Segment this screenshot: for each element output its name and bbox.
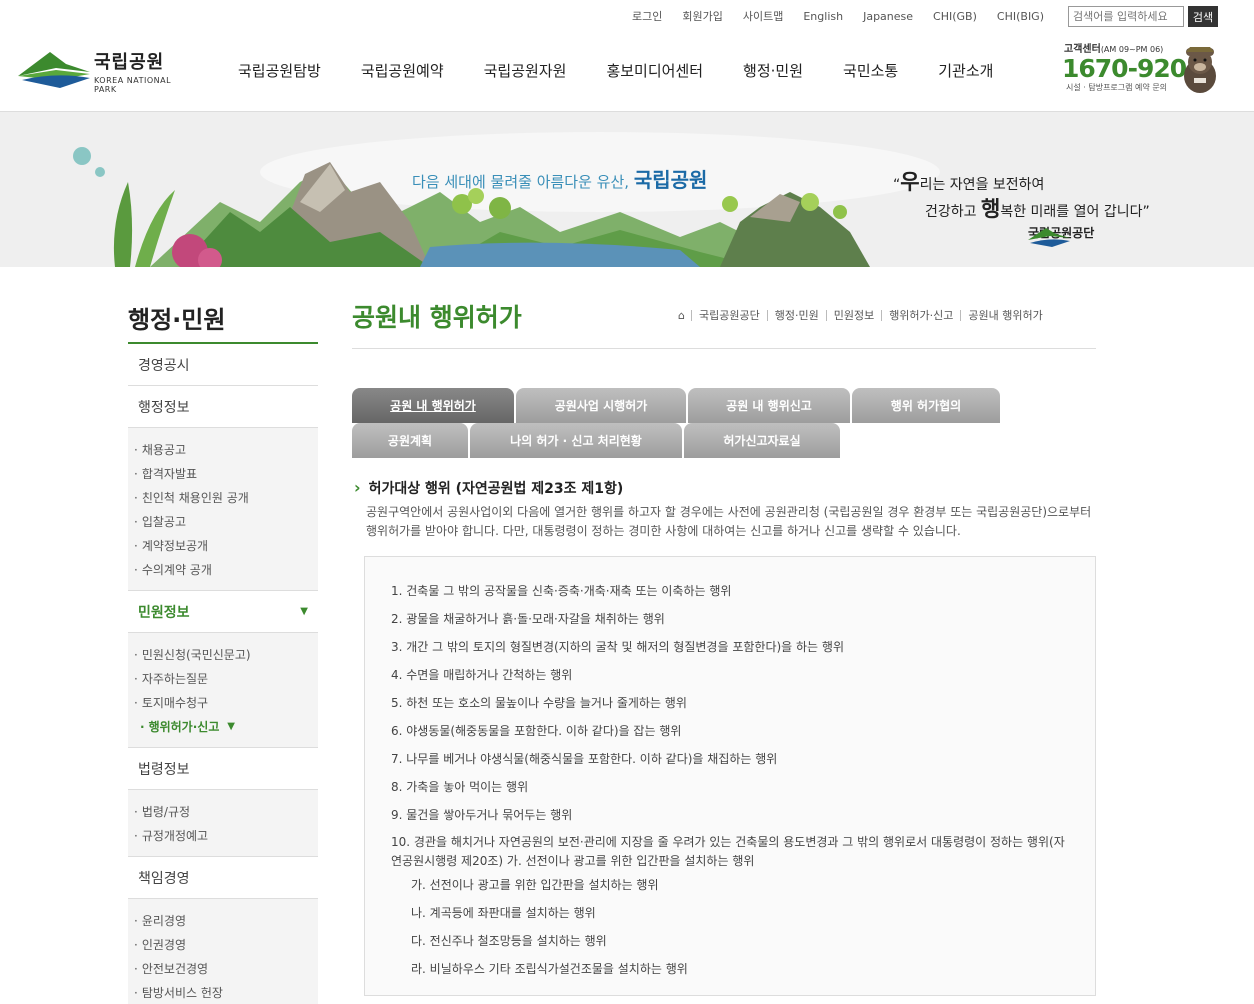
sub-item: 다. 전신주나 철조망등을 설치하는 행위 bbox=[411, 934, 607, 948]
sidebar-subitem[interactable]: 규정개정예고 bbox=[128, 824, 318, 848]
nav-media-center[interactable]: 홍보미디어센터 bbox=[606, 60, 703, 81]
sidebar-subitem[interactable]: 안전보건경영 bbox=[128, 957, 318, 981]
tab-permit-consultation[interactable]: 행위 허가협의 bbox=[852, 388, 1000, 423]
list-item: 5. 하천 또는 호소의 물높이나 수량을 늘거나 줄게하는 행위 bbox=[391, 696, 687, 710]
customer-center: 고객센터(AM 09~PM 06) 1670-9201 시설 · 탐방프로그램 … bbox=[1062, 38, 1220, 98]
sidebar-subitem[interactable]: 합격자발표 bbox=[128, 462, 318, 486]
sidebar-item-law-info[interactable]: 법령정보 bbox=[128, 748, 318, 790]
banner-quote: “우리는 자연을 보전하여 건강하고 행복한 미래를 열어 갑니다” bbox=[893, 170, 1150, 221]
sidebar-subitem[interactable]: 법령/규정 bbox=[128, 800, 318, 824]
intro-text: 공원구역안에서 공원사업이외 다음에 열거한 행위를 하고자 할 경우에는 사전… bbox=[366, 505, 1092, 538]
sidebar-subitem[interactable]: 민원신청(국민신문고) bbox=[128, 643, 318, 667]
permit-items-list: 1. 건축물 그 밖의 공작물을 신축·증축·개축·재축 또는 이축하는 행위 … bbox=[365, 557, 1095, 871]
sidebar-subitem[interactable]: 계약정보공개 bbox=[128, 534, 318, 558]
sidebar-subitem[interactable]: 채용공고 bbox=[128, 438, 318, 462]
sidebar-subitem-active[interactable]: 행위허가·신고▼ bbox=[128, 715, 318, 739]
list-item: 4. 수면을 매립하거나 간척하는 행위 bbox=[391, 668, 573, 682]
tab-my-status[interactable]: 나의 허가 · 신고 처리현황 bbox=[470, 423, 682, 458]
bear-mascot-icon bbox=[1184, 47, 1216, 93]
tab-bar: 공원 내 행위허가 공원사업 시행허가 공원 내 행위신고 행위 허가협의 공원… bbox=[352, 388, 1012, 458]
breadcrumb-item[interactable]: 민원정보 bbox=[825, 310, 881, 321]
home-icon[interactable]: ⌂ bbox=[678, 310, 691, 321]
tab-archive[interactable]: 허가신고자료실 bbox=[684, 423, 840, 458]
sidebar-subitem[interactable]: 인권경영 bbox=[128, 933, 318, 957]
hero-banner: 다음 세대에 물려줄 아름다운 유산, 국립공원 “우리는 자연을 보전하여 건… bbox=[0, 112, 1254, 267]
sidebar-submenu-responsible-management: 윤리경영 인권경영 안전보건경영 탐방서비스 헌장 bbox=[128, 899, 318, 1004]
sidebar-title: 행정·민원 bbox=[128, 300, 318, 344]
sidebar-subitem[interactable]: 윤리경영 bbox=[128, 909, 318, 933]
chevron-down-icon: ▼ bbox=[227, 721, 235, 732]
tab-park-act-report[interactable]: 공원 내 행위신고 bbox=[688, 388, 850, 423]
sub-item: 라. 비닐하우스 기타 조립식가설건조물을 설치하는 행위 bbox=[411, 962, 688, 976]
nav-communication[interactable]: 국민소통 bbox=[843, 60, 898, 81]
nav-explore[interactable]: 국립공원탐방 bbox=[238, 60, 321, 81]
cs-desc: 시설 · 탐방프로그램 예약 문의 bbox=[1066, 83, 1168, 92]
sub-item: 나. 계곡등에 좌판대를 설치하는 행위 bbox=[411, 906, 596, 920]
sidebar-subitem[interactable]: 탐방서비스 헌장 bbox=[128, 981, 318, 1004]
banner-slogan-brand: 국립공원 bbox=[633, 168, 708, 192]
sidebar-item-civil-info[interactable]: 민원정보 ▼ bbox=[128, 591, 318, 633]
permit-items-box: 1. 건축물 그 밖의 공작물을 신축·증축·개축·재축 또는 이축하는 행위 … bbox=[364, 556, 1096, 996]
sidebar-subitem[interactable]: 입찰공고 bbox=[128, 510, 318, 534]
breadcrumb-item[interactable]: 행정·민원 bbox=[766, 310, 826, 321]
list-item: 2. 광물을 채굴하거나 흙·돌·모래·자갈을 채취하는 행위 bbox=[391, 612, 665, 626]
logo-english: KOREA NATIONAL PARK bbox=[94, 76, 172, 94]
sub-items-list: 가. 선전이나 광고를 위한 입간판을 설치하는 행위 나. 계곡등에 좌판대를… bbox=[365, 871, 1095, 983]
list-item: 10. 경관을 해치거나 자연공원의 보전·관리에 지장을 줄 우려가 있는 건… bbox=[391, 835, 1065, 868]
tab-park-act-permit[interactable]: 공원 내 행위허가 bbox=[352, 388, 514, 423]
sidebar-item-management-disclosure[interactable]: 경영공시 bbox=[128, 344, 318, 386]
breadcrumb-item[interactable]: 행위허가·신고 bbox=[881, 310, 960, 321]
breadcrumb: ⌂ 국립공원공단 행정·민원 민원정보 행위허가·신고 공원내 행위허가 bbox=[678, 310, 1050, 321]
sidebar-item-admin-info[interactable]: 행정정보 bbox=[128, 386, 318, 428]
nav-admin-civil[interactable]: 행정·민원 bbox=[743, 60, 803, 81]
sidebar-subitem[interactable]: 수의계약 공개 bbox=[128, 558, 318, 582]
main-nav: 국립공원탐방 국립공원예약 국립공원자원 홍보미디어센터 행정·민원 국민소통 … bbox=[238, 60, 1033, 81]
list-item: 1. 건축물 그 밖의 공작물을 신축·증축·개축·재축 또는 이축하는 행위 bbox=[391, 584, 732, 598]
tab-park-plan[interactable]: 공원계획 bbox=[352, 423, 468, 458]
header: 국립공원 KOREA NATIONAL PARK 국립공원탐방 국립공원예약 국… bbox=[0, 0, 1254, 112]
list-item: 9. 물건을 쌓아두거나 묶어두는 행위 bbox=[391, 808, 573, 822]
sidebar-subitem[interactable]: 친인척 채용인원 공개 bbox=[128, 486, 318, 510]
nav-reservation[interactable]: 국립공원예약 bbox=[361, 60, 444, 81]
sidebar-item-responsible-management[interactable]: 책임경영 bbox=[128, 857, 318, 899]
chevron-down-icon: ▼ bbox=[300, 606, 308, 617]
mountain-logo-icon bbox=[18, 52, 90, 88]
tab-project-permit[interactable]: 공원사업 시행허가 bbox=[516, 388, 686, 423]
breadcrumb-item[interactable]: 국립공원공단 bbox=[690, 310, 767, 321]
site-logo[interactable]: 국립공원 KOREA NATIONAL PARK bbox=[16, 46, 196, 94]
sidebar: 행정·민원 경영공시 행정정보 채용공고 합격자발표 친인척 채용인원 공개 입… bbox=[128, 300, 318, 1004]
section-heading: 허가대상 행위 (자연공원법 제23조 제1항) bbox=[354, 478, 624, 498]
breadcrumb-item[interactable]: 공원내 행위허가 bbox=[960, 310, 1049, 321]
banner-slogan: 다음 세대에 물려줄 아름다운 유산, 국립공원 bbox=[412, 168, 708, 192]
org-logo-icon bbox=[1028, 228, 1070, 247]
sidebar-submenu-admin-info: 채용공고 합격자발표 친인척 채용인원 공개 입찰공고 계약정보공개 수의계약 … bbox=[128, 428, 318, 591]
banner-org-logo: 국립공원공단 bbox=[1026, 224, 1094, 247]
nav-about[interactable]: 기관소개 bbox=[938, 60, 993, 81]
list-item: 8. 가축을 놓아 먹이는 행위 bbox=[391, 780, 529, 794]
divider bbox=[352, 348, 1096, 349]
list-item: 6. 야생동물(해중동물을 포함한다. 이하 같다)을 잡는 행위 bbox=[391, 724, 682, 738]
page-title: 공원내 행위허가 bbox=[352, 303, 522, 332]
sidebar-subitem[interactable]: 자주하는질문 bbox=[128, 667, 318, 691]
sidebar-submenu-law-info: 법령/규정 규정개정예고 bbox=[128, 790, 318, 857]
sidebar-submenu-civil-info: 민원신청(국민신문고) 자주하는질문 토지매수청구 행위허가·신고▼ bbox=[128, 633, 318, 748]
logo-korean: 국립공원 bbox=[94, 52, 165, 73]
cs-hours: (AM 09~PM 06) bbox=[1100, 45, 1164, 54]
sub-item: 가. 선전이나 광고를 위한 입간판을 설치하는 행위 bbox=[411, 878, 659, 892]
list-item: 7. 나무를 베거나 야생식물(해중식물을 포함한다. 이하 같다)을 채집하는… bbox=[391, 752, 778, 766]
list-item: 3. 개간 그 밖의 토지의 형질변경(지하의 굴착 및 해저의 형질변경을 포… bbox=[391, 640, 844, 654]
sidebar-subitem[interactable]: 토지매수청구 bbox=[128, 691, 318, 715]
nav-resources[interactable]: 국립공원자원 bbox=[484, 60, 567, 81]
